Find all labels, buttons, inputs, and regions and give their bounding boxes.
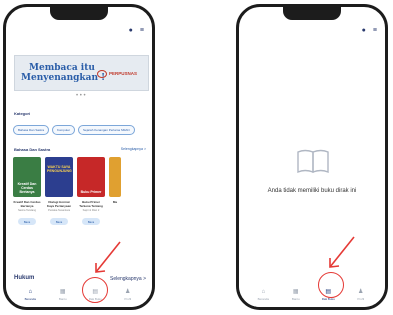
book-cover: WAKTU SAYA PENGUNJUNG: [45, 157, 73, 197]
book-author: Sastra Tandang: [17, 209, 37, 212]
phone-home-screen: ● ≡ Membaca itu Menyenangkan ! PERPUSNAS…: [3, 4, 155, 310]
book-title: Kreatif Dan Cerdas Bertanya: [13, 200, 41, 208]
nav-label: Profil: [357, 297, 365, 301]
book-author: Sapri & Rian 2: [82, 209, 100, 212]
home-icon: ⌂: [28, 289, 33, 295]
banner-line2: Menyenangkan !: [21, 73, 106, 83]
category-chips: Bahasa Dan Sastra Komputer Sejarah Kenan…: [13, 125, 135, 135]
book-author: Pustaka Nusantara: [47, 209, 71, 212]
book-card[interactable]: Ma: [109, 157, 121, 225]
banner-line1: Membaca itu: [29, 63, 95, 73]
phone-notch: [50, 7, 108, 20]
person-icon: ♟: [358, 289, 364, 295]
read-button[interactable]: Baca: [50, 218, 68, 225]
cart-icon[interactable]: ●: [362, 27, 366, 34]
book-cover: Kreatif Dan Cerdas Bertanya: [13, 157, 41, 197]
annotation-circle-left: [82, 277, 108, 303]
bottom-nav: ⌂ Beranda ▦ Bantu ▤ Rak Buku ♟ Profil: [239, 283, 385, 307]
nav-label: Profil: [124, 297, 132, 301]
menu-icon[interactable]: ≡: [373, 27, 377, 34]
annotation-circle-right: [318, 272, 344, 298]
nav-beranda[interactable]: ⌂ Beranda: [19, 289, 41, 301]
book-cover: [109, 157, 121, 197]
banner-logo-text: PERPUSNAS: [109, 71, 138, 76]
phone-bookshelf-screen: ● ≡ Anda tidak memiliki buku dirak ini ⌂…: [236, 4, 388, 310]
book-title: Buku Primer Terkena Tentang: [79, 200, 103, 208]
empty-state-message: Anda tidak memiliki buku dirak ini: [267, 188, 357, 194]
nav-bantu[interactable]: ▦ Bantu: [285, 289, 307, 301]
category-chip[interactable]: Sejarah Kenangan Pertama SMAN: [78, 125, 135, 135]
nav-profil[interactable]: ♟ Profil: [350, 289, 372, 301]
book-carousel: Kreatif Dan Cerdas Bertanya Kreatif Dan …: [13, 157, 121, 225]
read-button[interactable]: Baca: [82, 218, 100, 225]
nav-beranda[interactable]: ⌂ Beranda: [252, 289, 274, 301]
banner-logo: PERPUSNAS: [97, 67, 145, 81]
calendar-icon: ▦: [59, 289, 66, 295]
menu-icon[interactable]: ≡: [140, 27, 144, 34]
cart-icon[interactable]: ●: [129, 27, 133, 34]
nav-bantu[interactable]: ▦ Bantu: [52, 289, 74, 301]
book-title: Ma: [112, 200, 118, 204]
nav-label: Bantu: [291, 297, 300, 301]
nav-label: Beranda: [24, 297, 36, 301]
section-title-hukum: Hukum: [14, 275, 35, 281]
phone-notch: [283, 7, 341, 20]
library-logo-icon: [97, 69, 107, 78]
open-book-icon: [297, 149, 329, 173]
promo-banner[interactable]: Membaca itu Menyenangkan ! PERPUSNAS: [14, 55, 149, 91]
book-card[interactable]: Buku Primer Buku Primer Terkena Tentang …: [77, 157, 105, 225]
category-chip[interactable]: Bahasa Dan Sastra: [13, 125, 50, 135]
calendar-icon: ▦: [292, 289, 299, 295]
book-cover-text: WAKTU SAYA PENGUNJUNG: [47, 165, 72, 173]
read-button[interactable]: Baca: [18, 218, 36, 225]
category-chip[interactable]: Komputer: [52, 125, 76, 135]
see-all-link[interactable]: Selengkapnya >: [121, 147, 146, 151]
top-icons: ● ≡: [362, 27, 377, 34]
nav-label: Beranda: [257, 297, 269, 301]
book-cover-text: Kreatif Dan Cerdas Bertanya: [17, 182, 37, 194]
home-icon: ⌂: [261, 289, 266, 295]
annotation-arrow-left: [95, 241, 121, 273]
nav-profil[interactable]: ♟ Profil: [117, 289, 139, 301]
book-cover-text: Buku Primer: [80, 190, 102, 194]
book-title: Dialogi Hormat Kaya Pertanyaan: [46, 200, 72, 208]
section-title: Bahasa Dan Sastra: [14, 147, 51, 152]
bottom-nav: ⌂ Beranda ▦ Bantu ▤ Rak Buku ♟ Profil: [6, 283, 152, 307]
book-cover: Buku Primer: [77, 157, 105, 197]
book-card[interactable]: Kreatif Dan Cerdas Bertanya Kreatif Dan …: [13, 157, 41, 225]
book-card[interactable]: WAKTU SAYA PENGUNJUNG Dialogi Hormat Kay…: [45, 157, 73, 225]
category-title: Kategori: [14, 111, 31, 116]
nav-label: Bantu: [58, 297, 67, 301]
annotation-arrow-right: [329, 236, 355, 268]
top-icons: ● ≡: [129, 27, 144, 34]
person-icon: ♟: [125, 289, 131, 295]
banner-pagination: • • •: [76, 93, 86, 99]
